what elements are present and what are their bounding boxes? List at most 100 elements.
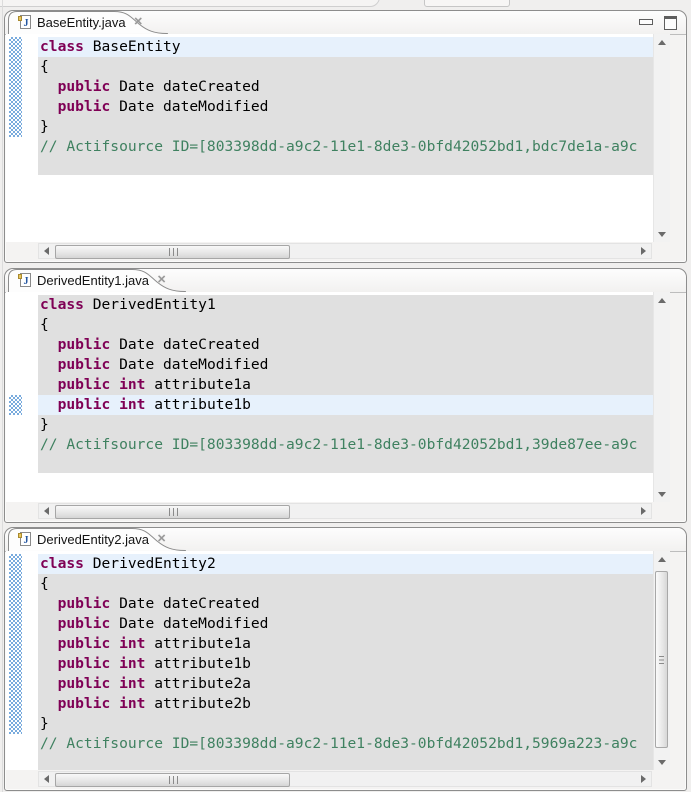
horizontal-scroll-thumb[interactable] (55, 505, 290, 519)
token-plain: { (40, 316, 49, 333)
code-line: public Date dateCreated (38, 77, 653, 97)
code-line: public Date dateModified (38, 97, 653, 117)
code-line: { (38, 315, 653, 335)
token-comment: // Actifsource ID=[803398dd-a9c2-11e1-8d… (40, 436, 637, 453)
token-keyword: public (58, 336, 111, 353)
code-editor[interactable]: class DerivedEntity1 { public Date dateC… (6, 292, 670, 502)
token-plain: { (40, 58, 49, 75)
token-plain: attribute1b (145, 396, 250, 413)
scroll-down-button[interactable] (654, 226, 670, 242)
token-plain: attribute1b (145, 655, 250, 672)
token-plain: Date dateCreated (110, 336, 259, 353)
token-indent (40, 635, 58, 652)
vertical-scrollbar[interactable] (653, 551, 670, 770)
vertical-scrollbar[interactable] (653, 292, 670, 502)
tab-derivedentity2-java[interactable]: J DerivedEntity2.java ✕ (8, 528, 186, 551)
token-plain: Date dateCreated (110, 78, 259, 95)
vertical-scroll-thumb[interactable] (655, 571, 668, 748)
code-line: // Actifsource ID=[803398dd-a9c2-11e1-8d… (38, 734, 653, 754)
editor-pane-baseentity: J BaseEntity.java ✕ class BaseEntity { p… (4, 10, 687, 263)
token-keyword: public (58, 635, 111, 652)
token-plain: Date dateModified (110, 615, 268, 632)
tab-content: J BaseEntity.java ✕ (8, 11, 168, 33)
scroll-left-button[interactable] (39, 772, 54, 786)
scroll-right-button[interactable] (636, 244, 651, 258)
token-space (110, 675, 119, 692)
scroll-right-button[interactable] (636, 772, 651, 786)
scroll-down-button[interactable] (654, 754, 670, 770)
horizontal-scroll-thumb[interactable] (55, 245, 290, 259)
token-indent (40, 396, 58, 413)
arrow-down-icon (658, 760, 666, 765)
scroll-right-button[interactable] (636, 504, 651, 518)
token-keyword: class (40, 296, 84, 313)
token-keyword: public (58, 615, 111, 632)
token-keyword: int (119, 695, 145, 712)
maximize-icon[interactable] (664, 16, 677, 30)
token-plain: attribute2b (145, 695, 250, 712)
code-editor[interactable]: class BaseEntity { public Date dateCreat… (6, 34, 670, 242)
code-editor[interactable]: class DerivedEntity2 { public Date dateC… (6, 551, 670, 770)
code-line: public Date dateCreated (38, 594, 653, 614)
scroll-up-button[interactable] (654, 551, 670, 567)
tab-content: J DerivedEntity2.java ✕ (8, 528, 186, 550)
generated-code-region: class DerivedEntity1 { public Date dateC… (38, 295, 653, 473)
token-keyword: class (40, 555, 84, 572)
token-indent (40, 336, 58, 353)
code-line: } (38, 714, 653, 734)
java-file-icon: J (18, 532, 31, 546)
editor-gutter[interactable] (6, 34, 38, 242)
scroll-up-button[interactable] (654, 292, 670, 308)
thumb-grip-icon (169, 248, 178, 256)
svg-text:J: J (24, 276, 29, 287)
tab-derivedentity1-java[interactable]: J DerivedEntity1.java ✕ (8, 269, 186, 292)
tab-label: DerivedEntity2.java (37, 532, 149, 547)
scroll-down-button[interactable] (654, 486, 670, 502)
code-area[interactable]: class DerivedEntity2 { public Date dateC… (38, 551, 653, 770)
token-indent (40, 595, 58, 612)
token-keyword: int (119, 635, 145, 652)
editor-gutter[interactable] (6, 292, 38, 502)
token-keyword: int (119, 675, 145, 692)
close-icon[interactable]: ✕ (134, 17, 143, 28)
horizontal-scroll-thumb[interactable] (55, 773, 290, 787)
editor-gutter[interactable] (6, 551, 38, 770)
generated-code-region: class DerivedEntity2 { public Date dateC… (38, 554, 653, 770)
arrow-up-icon (658, 40, 666, 45)
arrow-left-icon (44, 507, 49, 515)
code-line: { (38, 57, 653, 77)
minimize-icon[interactable] (639, 19, 653, 25)
arrow-down-icon (658, 232, 666, 237)
token-indent (40, 675, 58, 692)
code-line: class DerivedEntity1 (38, 295, 653, 315)
close-icon[interactable]: ✕ (157, 275, 166, 286)
code-line: class BaseEntity (38, 37, 653, 57)
code-line: public int attribute1b (38, 395, 653, 415)
scroll-up-button[interactable] (654, 34, 670, 50)
vertical-scrollbar[interactable] (653, 34, 670, 242)
arrow-right-icon (641, 247, 646, 255)
tab-baseentity-java[interactable]: J BaseEntity.java ✕ (8, 11, 168, 34)
java-file-icon: J (18, 273, 31, 287)
token-indent (40, 655, 58, 672)
scroll-left-button[interactable] (39, 504, 54, 518)
token-keyword: int (119, 396, 145, 413)
token-indent (40, 615, 58, 632)
token-keyword: int (119, 376, 145, 393)
scroll-left-button[interactable] (39, 244, 54, 258)
code-line: public int attribute2b (38, 694, 653, 714)
code-area[interactable]: class DerivedEntity1 { public Date dateC… (38, 292, 653, 502)
arrow-right-icon (641, 507, 646, 515)
token-keyword: public (58, 695, 111, 712)
horizontal-scrollbar[interactable] (38, 503, 652, 519)
code-area[interactable]: class BaseEntity { public Date dateCreat… (38, 34, 653, 242)
horizontal-scrollbar[interactable] (38, 243, 652, 259)
code-line: class DerivedEntity2 (38, 554, 653, 574)
token-keyword: public (58, 78, 111, 95)
horizontal-scrollbar[interactable] (38, 771, 652, 787)
token-plain: Date dateModified (110, 356, 268, 373)
close-icon[interactable]: ✕ (157, 534, 166, 545)
code-line: public Date dateCreated (38, 335, 653, 355)
token-indent (40, 98, 58, 115)
code-line: // Actifsource ID=[803398dd-a9c2-11e1-8d… (38, 435, 653, 455)
